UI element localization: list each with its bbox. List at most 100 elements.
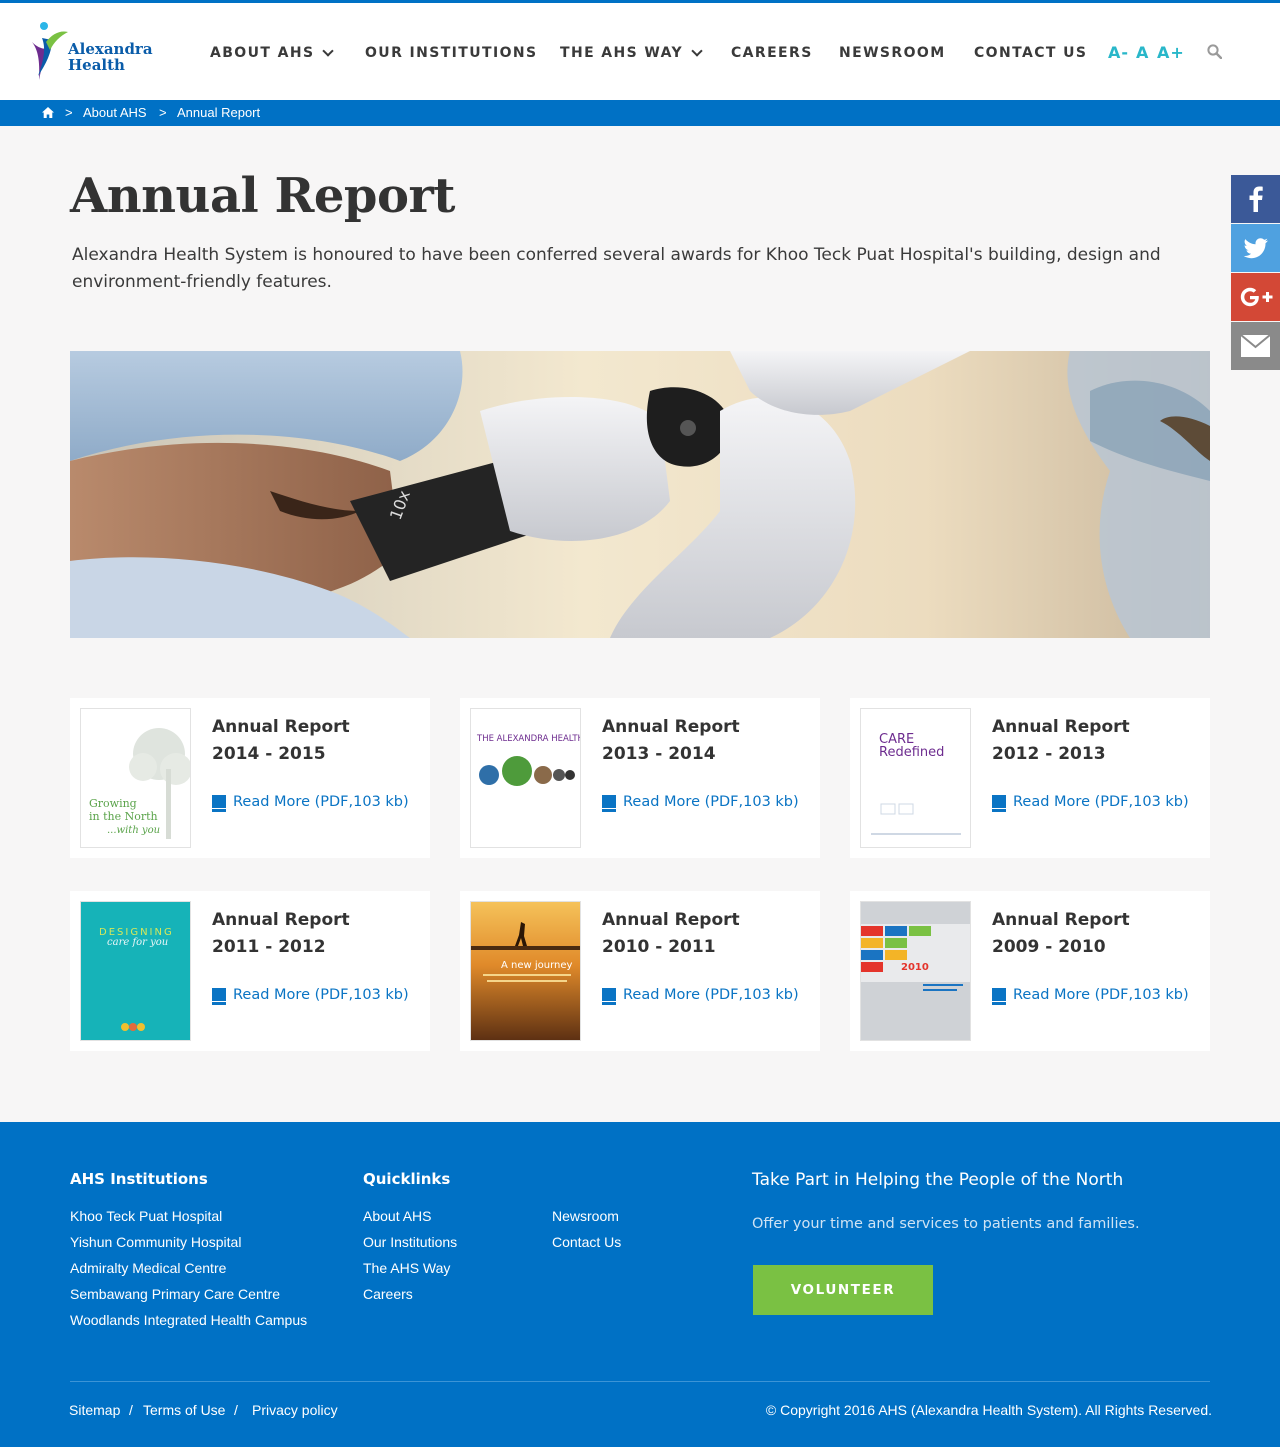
footer-link-contact-us[interactable]: Contact Us <box>552 1234 621 1250</box>
nav-contact-us[interactable]: CONTACT US <box>974 43 1087 63</box>
breadcrumb-separator: > <box>159 105 167 120</box>
footer-separator: / <box>234 1402 238 1418</box>
tree-cover-image: Growing in the North ...with you <box>81 709 190 847</box>
report-title: Annual Report 2012 - 2013 <box>992 714 1202 768</box>
footer-take-part-heading: Take Part in Helping the People of the N… <box>752 1170 1124 1190</box>
page-intro: Alexandra Health System is honoured to h… <box>72 245 1161 292</box>
nav-careers-label: CAREERS <box>731 45 813 61</box>
footer-copyright: © Copyright 2016 AHS (Alexandra Health S… <box>765 1402 1212 1418</box>
cover-title: Growing <box>89 797 137 810</box>
nav-newsroom[interactable]: NEWSROOM <box>839 43 946 63</box>
footer-institutions-heading: AHS Institutions <box>70 1170 208 1188</box>
alexandra-health-logo[interactable]: Alexandra Health <box>30 20 160 84</box>
footer-terms-link[interactable]: Terms of Use <box>143 1402 225 1418</box>
report-title-line1: Annual Report <box>212 717 350 737</box>
font-size-normal-button[interactable]: A <box>1136 43 1149 62</box>
chevron-down-icon <box>691 44 703 57</box>
report-card-2014-2015[interactable]: Growing in the North ...with you Annual … <box>70 698 430 858</box>
report-card-2010-2011[interactable]: A new journey Annual Report 2010 - 2011 … <box>460 891 820 1051</box>
ahs-way-cover-image: THE ALEXANDRA HEALTH WAY <box>471 709 581 847</box>
footer-quicklinks-heading: Quicklinks <box>363 1170 451 1188</box>
share-google-plus-button[interactable] <box>1231 273 1280 321</box>
share-facebook-button[interactable] <box>1231 175 1280 223</box>
home-icon[interactable] <box>42 107 54 118</box>
site-header: Alexandra Health ABOUT AHS OUR INSTITUTI… <box>0 3 1280 100</box>
cover-title: A new journey <box>501 960 573 971</box>
cover-year: 2010 <box>901 962 929 973</box>
site-footer: AHS Institutions Khoo Teck Puat Hospital… <box>0 1122 1280 1447</box>
footer-link-newsroom[interactable]: Newsroom <box>552 1208 619 1224</box>
footer-take-part-text: Offer your time and services to patients… <box>752 1216 1140 1232</box>
report-cover-2014-2015: Growing in the North ...with you <box>80 708 191 848</box>
search-icon[interactable] <box>1207 44 1222 59</box>
nav-our-institutions[interactable]: OUR INSTITUTIONS <box>365 43 537 63</box>
email-icon <box>1240 334 1271 357</box>
report-title-year: 2014 - 2015 <box>212 744 326 764</box>
footer-link-woodlands-integrated-health-campus[interactable]: Woodlands Integrated Health Campus <box>70 1312 307 1328</box>
logo-name-line2: Health <box>68 56 125 74</box>
nav-the-ahs-way[interactable]: THE AHS WAY <box>560 43 703 63</box>
breadcrumb-about-ahs[interactable]: About AHS <box>83 105 147 120</box>
read-more-link[interactable]: Read More (PDF,103 kb) <box>623 987 799 1003</box>
report-card-2012-2013[interactable]: CARE Redefined Annual Report 2012 - 2013… <box>850 698 1210 858</box>
nav-about-ahs[interactable]: ABOUT AHS <box>210 43 335 63</box>
report-title-year: 2010 - 2011 <box>602 937 716 957</box>
surgeon-microscope-photo: 10x <box>70 351 1210 638</box>
footer-link-about-ahs[interactable]: About AHS <box>363 1208 432 1224</box>
report-card-2009-2010[interactable]: 2010 Annual Report 2009 - 2010 Read More… <box>850 891 1210 1051</box>
pdf-icon <box>212 988 226 1005</box>
footer-link-yishun-community-hospital[interactable]: Yishun Community Hospital <box>70 1234 241 1250</box>
footer-link-sembawang-primary-care-centre[interactable]: Sembawang Primary Care Centre <box>70 1286 280 1302</box>
footer-link-admiralty-medical-centre[interactable]: Admiralty Medical Centre <box>70 1260 226 1276</box>
report-title-year: 2009 - 2010 <box>992 937 1106 957</box>
footer-sitemap-link[interactable]: Sitemap <box>69 1402 120 1418</box>
care-redefined-cover-image: CARE Redefined <box>861 709 970 847</box>
pdf-icon <box>212 795 226 812</box>
cover-title: THE ALEXANDRA HEALTH WAY <box>476 734 581 744</box>
report-title: Annual Report 2009 - 2010 <box>992 907 1202 961</box>
cover-subtitle: Redefined <box>879 745 944 760</box>
footer-link-the-ahs-way[interactable]: The AHS Way <box>363 1260 450 1276</box>
report-title: Annual Report 2010 - 2011 <box>602 907 812 961</box>
report-card-2013-2014[interactable]: THE ALEXANDRA HEALTH WAY Annual Report 2… <box>460 698 820 858</box>
footer-link-our-institutions[interactable]: Our Institutions <box>363 1234 457 1250</box>
nav-newsroom-label: NEWSROOM <box>839 45 946 61</box>
breadcrumb: > About AHS > Annual Report <box>0 100 1280 126</box>
report-title-line1: Annual Report <box>602 717 740 737</box>
report-cover-2013-2014: THE ALEXANDRA HEALTH WAY <box>470 708 581 848</box>
share-email-button[interactable] <box>1231 322 1280 370</box>
read-more-link[interactable]: Read More (PDF,103 kb) <box>233 987 409 1003</box>
share-twitter-button[interactable] <box>1231 224 1280 272</box>
read-more-link[interactable]: Read More (PDF,103 kb) <box>1013 794 1189 810</box>
report-title-year: 2012 - 2013 <box>992 744 1106 764</box>
pdf-icon <box>992 988 1006 1005</box>
report-cover-2009-2010: 2010 <box>860 901 971 1041</box>
volunteer-button[interactable]: VOLUNTEER <box>753 1265 933 1315</box>
footer-link-careers[interactable]: Careers <box>363 1286 413 1302</box>
read-more-link[interactable]: Read More (PDF,103 kb) <box>1013 987 1189 1003</box>
footer-link-khoo-teck-puat-hospital[interactable]: Khoo Teck Puat Hospital <box>70 1208 222 1224</box>
report-title: Annual Report 2011 - 2012 <box>212 907 422 961</box>
cover-subtitle: in the North <box>89 810 158 823</box>
nav-contact-us-label: CONTACT US <box>974 45 1088 61</box>
logo-name-line1: Alexandra <box>68 40 153 58</box>
page-title: Annual Report <box>70 168 455 224</box>
report-title-line1: Annual Report <box>212 910 350 930</box>
read-more-link[interactable]: Read More (PDF,103 kb) <box>233 794 409 810</box>
cover-subtitle: care for you <box>107 937 168 948</box>
report-title-line1: Annual Report <box>992 717 1130 737</box>
logo-text: Alexandra Health <box>68 41 153 73</box>
nav-our-institutions-label: OUR INSTITUTIONS <box>365 45 538 61</box>
report-title: Annual Report 2014 - 2015 <box>212 714 422 768</box>
report-cover-2010-2011: A new journey <box>470 901 581 1041</box>
font-size-increase-button[interactable]: A+ <box>1157 43 1185 62</box>
logo-mark-icon <box>32 22 68 80</box>
report-card-2011-2012[interactable]: DESIGNING care for you Annual Report 201… <box>70 891 430 1051</box>
nav-careers[interactable]: CAREERS <box>731 43 813 63</box>
breadcrumb-annual-report: Annual Report <box>177 105 261 120</box>
report-title: Annual Report 2013 - 2014 <box>602 714 812 768</box>
footer-privacy-link[interactable]: Privacy policy <box>252 1402 338 1418</box>
read-more-link[interactable]: Read More (PDF,103 kb) <box>623 794 799 810</box>
font-size-decrease-button[interactable]: A- <box>1108 43 1129 62</box>
report-cover-2011-2012: DESIGNING care for you <box>80 901 191 1041</box>
